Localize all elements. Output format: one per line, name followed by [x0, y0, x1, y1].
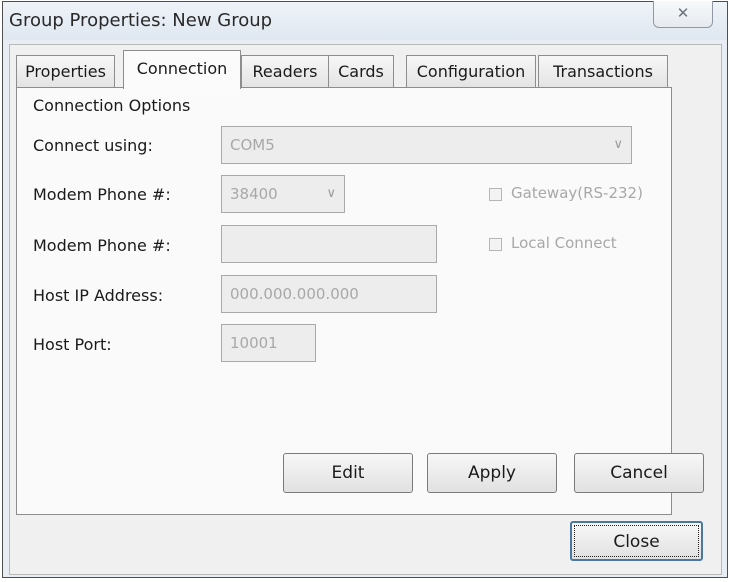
tab-transactions[interactable]: Transactions [538, 55, 668, 88]
local-connect-checkbox[interactable] [489, 238, 502, 251]
title-bar: Group Properties: New Group ✕ [3, 1, 727, 40]
gateway-label: Gateway(RS-232) [511, 184, 643, 202]
gateway-checkbox[interactable] [489, 188, 502, 201]
tab-cards[interactable]: Cards [328, 55, 394, 88]
host-port-input[interactable]: 10001 [221, 324, 316, 362]
close-button[interactable]: Close [570, 521, 703, 561]
close-icon[interactable]: ✕ [653, 1, 713, 28]
connection-panel: Connection Options Connect using: COM5 ∨… [16, 87, 704, 515]
tab-connection[interactable]: Connection [123, 50, 241, 89]
apply-button[interactable]: Apply [427, 453, 557, 493]
modem-speed-label: Modem Phone #: [33, 185, 171, 204]
modem-speed-select[interactable]: 38400 ∨ [221, 175, 345, 213]
cancel-button[interactable]: Cancel [574, 453, 704, 493]
chevron-down-icon: ∨ [613, 137, 623, 152]
dialog-client-area: Properties Connection Readers Cards Conf… [9, 44, 722, 575]
host-ip-input[interactable]: 000.000.000.000 [221, 275, 437, 313]
tab-properties[interactable]: Properties [16, 55, 115, 88]
connect-using-value: COM5 [230, 136, 275, 154]
modem-phone-input[interactable] [221, 225, 437, 263]
chevron-down-icon: ∨ [326, 186, 336, 201]
edit-button[interactable]: Edit [283, 453, 413, 493]
modem-phone-label: Modem Phone #: [33, 236, 171, 255]
connect-using-select[interactable]: COM5 ∨ [221, 126, 632, 164]
properties-dialog: Group Properties: New Group ✕ Properties… [2, 1, 728, 578]
window-title: Group Properties: New Group [9, 10, 273, 31]
tab-readers[interactable]: Readers [241, 55, 329, 88]
host-port-label: Host Port: [33, 335, 112, 354]
modem-speed-value: 38400 [230, 185, 278, 203]
host-ip-label: Host IP Address: [33, 286, 164, 305]
local-connect-label: Local Connect [511, 234, 617, 252]
section-title: Connection Options [33, 96, 191, 115]
connect-using-label: Connect using: [33, 136, 153, 155]
tab-configuration[interactable]: Configuration [406, 55, 536, 88]
